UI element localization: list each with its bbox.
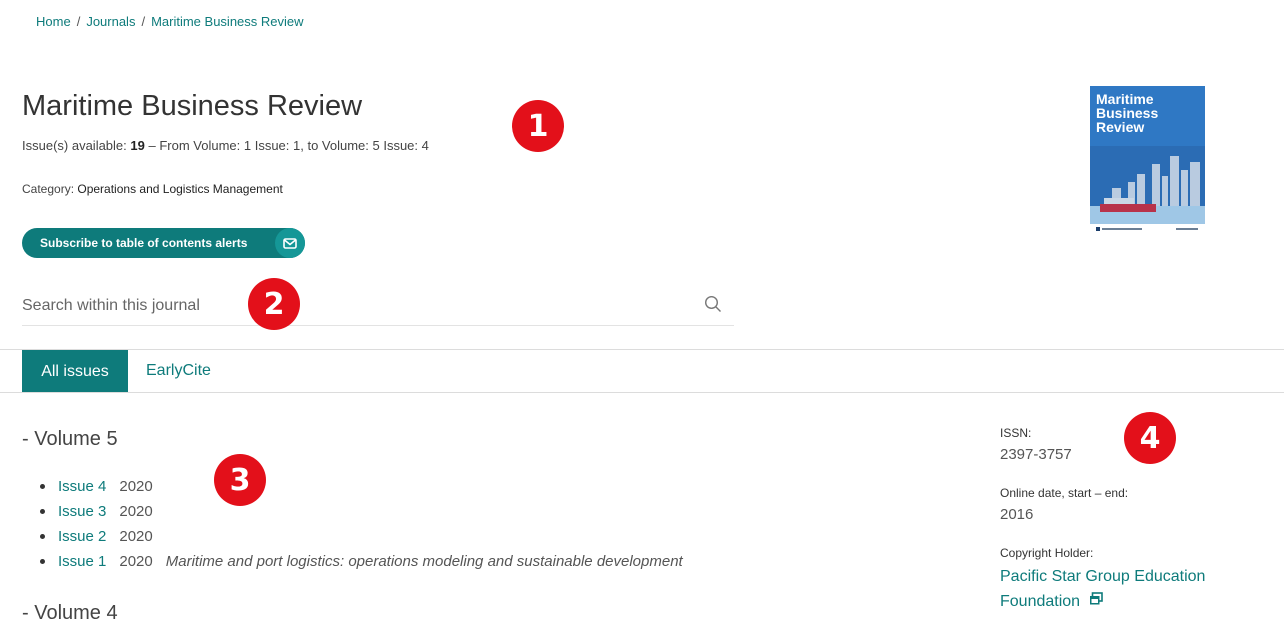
bullet [40,534,45,539]
breadcrumb-home[interactable]: Home [36,14,71,29]
journal-search [22,285,734,326]
issn-value: 2397-3757 [1000,446,1072,463]
list-item: Issue 1 2020 Maritime and port logistics… [40,549,683,574]
issue-link[interactable]: Issue 1 [58,553,106,570]
issue-year: 2020 [119,528,153,545]
journal-cover-image[interactable]: Maritime Business Review [1090,86,1205,236]
copyright-holder-label: Copyright Holder: [1000,546,1094,560]
category: Category: Operations and Logistics Manag… [22,182,283,196]
list-item: Issue 4 2020 [40,474,683,499]
annotation-badge-2: 2 [248,278,300,330]
issue-year: 2020 [119,478,153,495]
issue-link[interactable]: Issue 2 [58,528,106,545]
issues-count: 19 [130,138,145,153]
issue-year: 2020 [119,503,153,520]
external-link-icon[interactable] [1089,589,1103,614]
cover-title: Maritime Business Review [1096,91,1159,135]
issues-available: Issue(s) available: 19 – From Volume: 1 … [22,138,429,153]
annotation-badge-1: 1 [512,100,564,152]
breadcrumb: Home / Journals / Maritime Business Review [36,14,304,29]
bullet [40,484,45,489]
category-label: Category: [22,182,75,196]
category-value: Operations and Logistics Management [77,182,283,196]
breadcrumb-separator: / [141,14,146,29]
online-date-value: 2016 [1000,506,1034,523]
issue-list: Issue 4 2020 Issue 3 2020 Issue 2 2020 I… [40,474,683,574]
volume-heading[interactable]: - Volume 5 [22,428,118,451]
bullet [40,509,45,514]
copyright-holder-link[interactable]: Pacific Star Group Education Foundation [1000,564,1270,614]
breadcrumb-separator: / [76,14,81,29]
journal-title: Maritime Business Review [22,90,363,122]
tab-all-issues[interactable]: All issues [22,350,128,393]
issue-year: 2020 [119,553,153,570]
copyright-holder-name: Pacific Star Group Education Foundation [1000,568,1206,610]
search-icon[interactable] [704,295,722,318]
issn-label: ISSN: [1000,426,1032,440]
tab-divider-bottom [0,392,1284,393]
list-item: Issue 3 2020 [40,499,683,524]
subscribe-label: Subscribe to table of contents alerts [40,236,248,250]
search-input[interactable] [22,293,682,319]
issue-link[interactable]: Issue 4 [58,478,106,495]
issue-link[interactable]: Issue 3 [58,503,106,520]
annotation-badge-4: 4 [1124,412,1176,464]
tab-divider-top [0,349,1284,350]
online-date-label: Online date, start – end: [1000,486,1129,500]
annotation-badge-3: 3 [214,454,266,506]
breadcrumb-journals[interactable]: Journals [86,14,135,29]
bullet [40,559,45,564]
issues-range: – From Volume: 1 Issue: 1, to Volume: 5 … [148,138,429,153]
breadcrumb-current[interactable]: Maritime Business Review [151,14,303,29]
issue-description: Maritime and port logistics: operations … [165,553,683,570]
subscribe-button[interactable]: Subscribe to table of contents alerts [22,228,305,258]
mail-icon [275,228,305,258]
issues-prefix: Issue(s) available: [22,138,127,153]
list-item: Issue 2 2020 [40,524,683,549]
tab-earlycite[interactable]: EarlyCite [146,362,211,380]
